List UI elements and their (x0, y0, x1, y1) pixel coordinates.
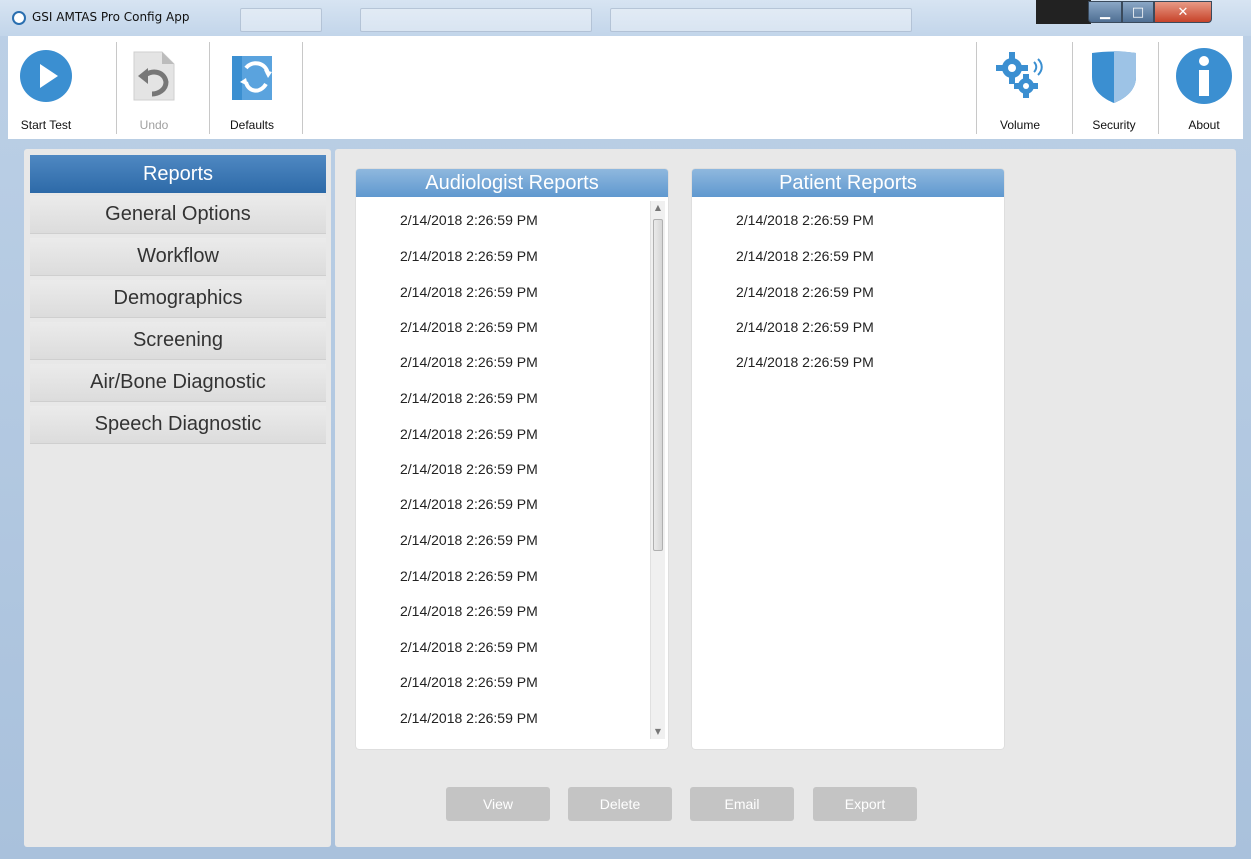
security-label: Security (1092, 118, 1136, 132)
delete-button[interactable]: Delete (568, 787, 672, 821)
nav-item-speech-diagnostic[interactable]: Speech Diagnostic (30, 406, 326, 444)
patient-reports-list[interactable]: Patient Reports 2/14/2018 2:26:59 PM 2/1… (692, 169, 1004, 749)
list-item[interactable]: 2/14/2018 2:26:59 PM (400, 532, 538, 552)
about-label: About (1188, 118, 1220, 132)
security-button[interactable]: Security (1078, 36, 1150, 139)
defaults-button[interactable]: Defaults (218, 36, 286, 139)
list-item[interactable]: 2/14/2018 2:26:59 PM (400, 603, 538, 623)
toolbar-divider (302, 42, 303, 134)
export-button[interactable]: Export (813, 787, 917, 821)
list-item[interactable]: 2/14/2018 2:26:59 PM (736, 248, 874, 268)
window-title: GSI AMTAS Pro Config App (32, 10, 190, 24)
list-item[interactable]: 2/14/2018 2:26:59 PM (400, 496, 538, 516)
list-item[interactable]: 2/14/2018 2:26:59 PM (736, 319, 874, 339)
nav-item-demographics[interactable]: Demographics (30, 280, 326, 318)
info-icon (1174, 46, 1234, 106)
nav-item-screening[interactable]: Screening (30, 322, 326, 360)
email-button[interactable]: Email (690, 787, 794, 821)
patient-reports-header: Patient Reports (692, 169, 1004, 197)
nav-item-air-bone-diagnostic[interactable]: Air/Bone Diagnostic (30, 364, 326, 402)
nav-item-workflow[interactable]: Workflow (30, 238, 326, 276)
defaults-icon (222, 46, 282, 106)
list-item[interactable]: 2/14/2018 2:26:59 PM (736, 354, 874, 374)
audiologist-reports-header: Audiologist Reports (356, 169, 668, 197)
background-ghost (610, 8, 912, 32)
toolbar-divider (116, 42, 117, 134)
list-item[interactable]: 2/14/2018 2:26:59 PM (400, 710, 538, 730)
gear-sound-icon (990, 46, 1050, 106)
list-item[interactable]: 2/14/2018 2:26:59 PM (400, 212, 538, 232)
background-ghost (1036, 0, 1091, 24)
list-item[interactable]: 2/14/2018 2:26:59 PM (400, 426, 538, 446)
list-item[interactable]: 2/14/2018 2:26:59 PM (736, 212, 874, 232)
minimize-button[interactable]: ▁ (1088, 1, 1122, 23)
start-test-label: Start Test (20, 118, 72, 132)
list-item[interactable]: 2/14/2018 2:26:59 PM (400, 639, 538, 659)
scroll-up-icon[interactable]: ▲ (651, 201, 665, 215)
list-item[interactable]: 2/14/2018 2:26:59 PM (736, 284, 874, 304)
audiologist-reports-list[interactable]: Audiologist Reports 2/14/2018 2:26:59 PM… (356, 169, 668, 749)
list-item[interactable]: 2/14/2018 2:26:59 PM (400, 674, 538, 694)
scroll-thumb[interactable] (653, 219, 663, 551)
reports-panel: Audiologist Reports 2/14/2018 2:26:59 PM… (335, 149, 1236, 847)
close-button[interactable]: ✕ (1154, 1, 1212, 23)
list-item[interactable]: 2/14/2018 2:26:59 PM (400, 319, 538, 339)
list-item[interactable]: 2/14/2018 2:26:59 PM (400, 284, 538, 304)
toolbar-divider (1072, 42, 1073, 134)
list-item[interactable]: 2/14/2018 2:26:59 PM (400, 461, 538, 481)
shield-icon (1084, 46, 1144, 106)
nav-item-reports[interactable]: Reports (30, 155, 326, 193)
play-icon (16, 46, 76, 106)
window-controls: ▁ □ ✕ (1088, 1, 1243, 25)
volume-label: Volume (999, 118, 1041, 132)
volume-button[interactable]: Volume (984, 36, 1056, 139)
view-button[interactable]: View (446, 787, 550, 821)
list-item[interactable]: 2/14/2018 2:26:59 PM (400, 248, 538, 268)
toolbar-divider (976, 42, 977, 134)
undo-button[interactable]: Undo (124, 36, 184, 139)
toolbar: Start Test Undo Defaults Volume Security… (8, 36, 1243, 139)
settings-nav: Reports General Options Workflow Demogra… (24, 149, 331, 847)
vertical-scrollbar[interactable]: ▲ ▼ (650, 201, 665, 739)
app-window: GSI AMTAS Pro Config App ▁ □ ✕ Start Tes… (0, 0, 1251, 859)
defaults-label: Defaults (229, 118, 275, 132)
background-ghost (240, 8, 322, 32)
list-item[interactable]: 2/14/2018 2:26:59 PM (400, 568, 538, 588)
nav-item-general-options[interactable]: General Options (30, 196, 326, 234)
undo-label: Undo (139, 118, 169, 132)
title-bar: GSI AMTAS Pro Config App ▁ □ ✕ (0, 0, 1251, 36)
list-item[interactable]: 2/14/2018 2:26:59 PM (400, 354, 538, 374)
scroll-down-icon[interactable]: ▼ (651, 725, 665, 739)
start-test-button[interactable]: Start Test (14, 36, 78, 139)
about-button[interactable]: About (1168, 36, 1240, 139)
toolbar-divider (1158, 42, 1159, 134)
undo-icon (124, 46, 184, 106)
background-ghost (360, 8, 592, 32)
maximize-button[interactable]: □ (1122, 1, 1154, 23)
list-item[interactable]: 2/14/2018 2:26:59 PM (400, 390, 538, 410)
toolbar-divider (209, 42, 210, 134)
app-icon (12, 11, 26, 25)
